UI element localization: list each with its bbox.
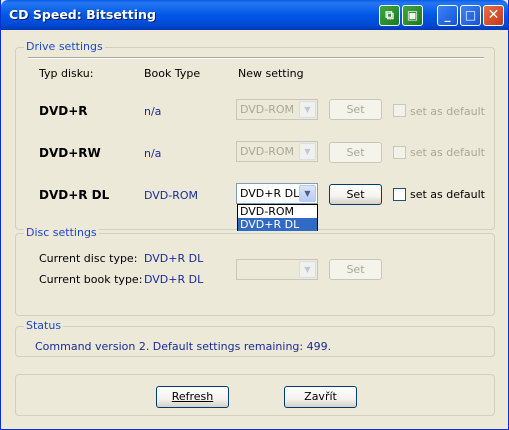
disc-settings-combo[interactable]: ▼ — [236, 259, 318, 280]
header-type: Typ disku: — [39, 67, 94, 80]
set-as-default-checkbox-dvd-r[interactable] — [393, 104, 406, 117]
dropdown-option-dvd-rom[interactable]: DVD-ROM — [238, 205, 317, 218]
new-setting-combo-dvd-rw[interactable]: DVD-ROM ▼ — [236, 141, 318, 162]
combo-value: DVD+R DL — [240, 187, 300, 200]
button-bar — [15, 374, 495, 416]
status-legend: Status — [24, 319, 64, 332]
disc-set-button[interactable]: Set — [329, 259, 382, 280]
book-type-dropdown-list: DVD-ROM DVD+R DL — [237, 204, 318, 231]
maximize-icon[interactable]: □ — [460, 5, 481, 26]
chevron-down-icon: ▼ — [299, 143, 316, 160]
header-new-setting: New setting — [238, 67, 304, 80]
disc-settings-legend: Disc settings — [24, 226, 99, 239]
combo-value: DVD-ROM — [240, 103, 295, 116]
current-disc-type-label: Current disc type: — [39, 252, 138, 265]
current-disc-type-value: DVD+R DL — [144, 252, 204, 265]
new-setting-combo-dvd-r-dl[interactable]: DVD+R DL ▼ — [236, 183, 318, 204]
refresh-button[interactable]: Refresh — [156, 386, 229, 408]
header-book-type: Book Type — [144, 67, 201, 80]
set-as-default-checkbox-dvd-r-dl[interactable] — [393, 188, 406, 201]
title-bar[interactable]: CD Speed: Bitsetting ⧉ ▣ _ □ ✕ — [1, 0, 508, 30]
copy-icon[interactable]: ⧉ — [379, 5, 400, 26]
close-icon[interactable]: ✕ — [483, 5, 504, 26]
new-setting-combo-dvd-r[interactable]: DVD-ROM ▼ — [236, 99, 318, 120]
book-type-dvd-rw: n/a — [144, 147, 162, 160]
set-as-default-label-dvd-r-dl: set as default — [410, 188, 485, 201]
set-as-default-checkbox-dvd-rw[interactable] — [393, 146, 406, 159]
bitsetting-window: CD Speed: Bitsetting ⧉ ▣ _ □ ✕ Drive set… — [0, 0, 509, 430]
book-type-dvd-r: n/a — [144, 105, 162, 118]
window-title: CD Speed: Bitsetting — [9, 7, 156, 22]
disc-type-dvd-rw: DVD+RW — [39, 146, 101, 160]
disc-type-dvd-r-dl: DVD+R DL — [39, 188, 110, 202]
combo-value: DVD-ROM — [240, 145, 295, 158]
chevron-down-icon: ▼ — [299, 261, 316, 278]
status-text: Command version 2. Default settings rema… — [35, 340, 332, 353]
set-as-default-label-dvd-r: set as default — [410, 105, 485, 118]
current-book-type-label: Current book type: — [39, 273, 143, 286]
drive-settings-legend: Drive settings — [24, 40, 105, 53]
book-type-dvd-r-dl: DVD-ROM — [144, 189, 199, 202]
set-as-default-label-dvd-rw: set as default — [410, 146, 485, 159]
current-book-type-value: DVD+R DL — [144, 273, 204, 286]
dropdown-option-dvd-r-dl[interactable]: DVD+R DL — [238, 218, 317, 231]
header-separator — [28, 57, 484, 59]
save-icon[interactable]: ▣ — [402, 5, 423, 26]
close-button[interactable]: Zavřít — [284, 386, 357, 408]
disc-type-dvd-r: DVD+R — [39, 104, 88, 118]
set-button-dvd-r[interactable]: Set — [329, 99, 382, 120]
set-button-dvd-rw[interactable]: Set — [329, 142, 382, 163]
chevron-down-icon[interactable]: ▼ — [299, 185, 316, 202]
chevron-down-icon: ▼ — [299, 101, 316, 118]
minimize-icon[interactable]: _ — [437, 5, 458, 26]
set-button-dvd-r-dl[interactable]: Set — [329, 184, 382, 205]
refresh-label: Refresh — [171, 390, 214, 403]
